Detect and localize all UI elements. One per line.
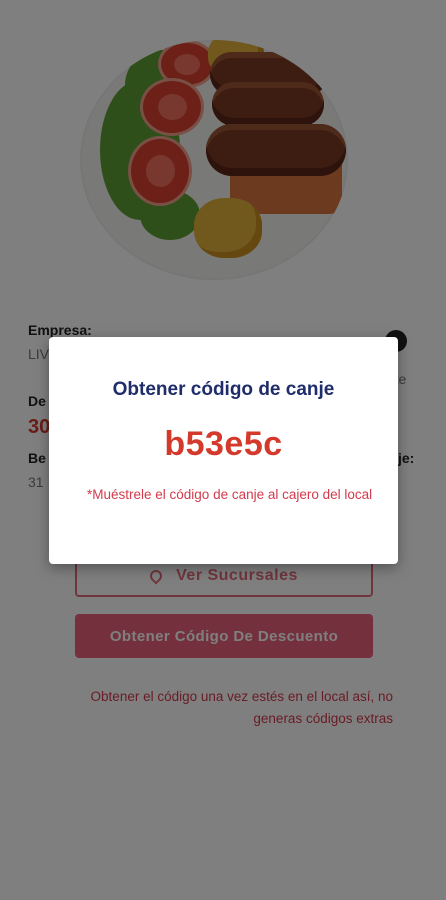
redeem-code: b53e5c: [164, 425, 283, 463]
dialog-title: Obtener código de canje: [112, 379, 335, 400]
dialog-note: *Muéstrele el código de canje al cajero …: [87, 487, 373, 502]
redeem-code-dialog: Obtener código de canje b53e5c *Muéstrel…: [49, 337, 398, 564]
